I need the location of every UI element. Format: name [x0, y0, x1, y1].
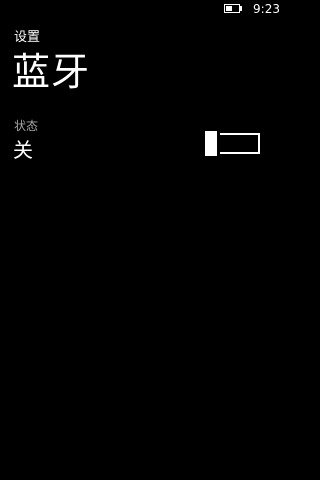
battery-level-fill: [226, 6, 232, 11]
battery-terminal: [240, 6, 242, 11]
toggle-thumb[interactable]: [205, 131, 220, 156]
bluetooth-toggle-switch[interactable]: [205, 131, 261, 156]
status-label: 状态: [14, 119, 39, 133]
battery-icon: [224, 4, 240, 13]
status-bar: 9:23: [0, 0, 288, 20]
status-clock: 9:23: [253, 2, 280, 16]
app-title: 设置: [14, 30, 41, 45]
page-title: 蓝牙: [12, 50, 91, 94]
status-value: 关: [13, 138, 33, 162]
